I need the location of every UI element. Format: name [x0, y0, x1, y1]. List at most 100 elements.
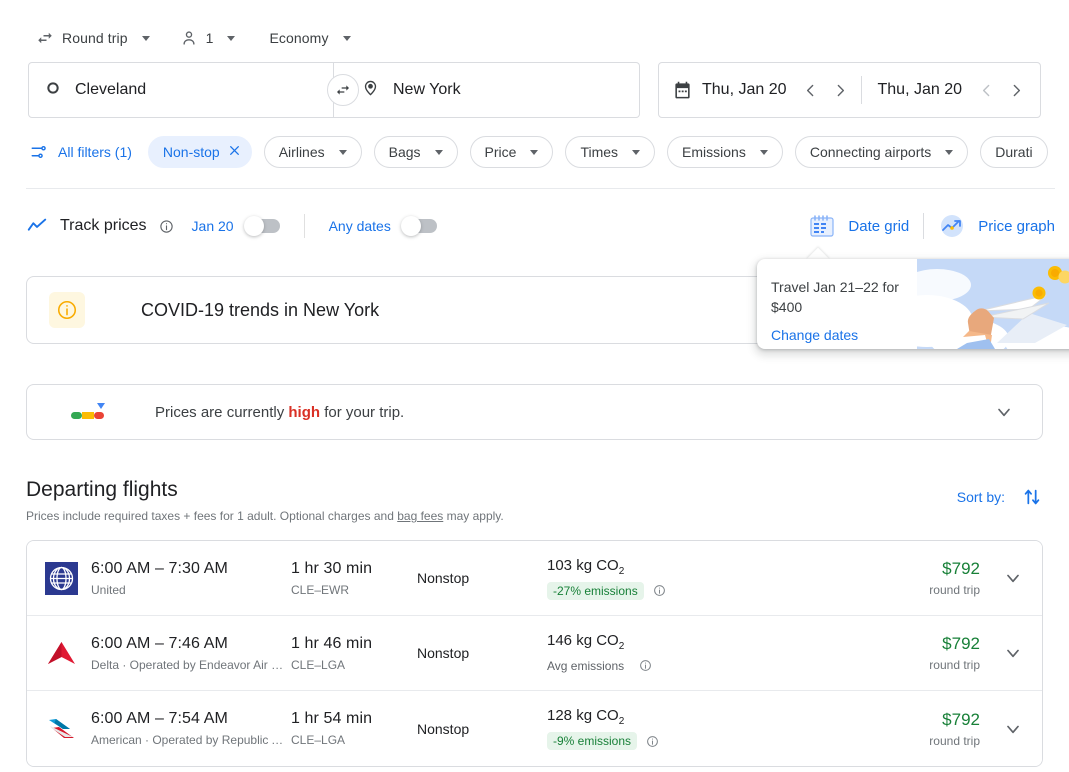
chevron-down-icon: [1007, 574, 1019, 583]
departure-date-value[interactable]: Thu, Jan 20: [692, 81, 795, 99]
date-range-picker[interactable]: Thu, Jan 20 Thu, Jan 20: [658, 62, 1041, 118]
passengers-selector[interactable]: 1: [172, 20, 244, 56]
bag-fees-link[interactable]: bag fees: [397, 509, 443, 523]
date-grid-icon: [808, 212, 836, 240]
expand-flight-button[interactable]: [990, 643, 1036, 663]
any-dates-toggle[interactable]: [400, 216, 437, 236]
filter-chip-label: Durati: [995, 144, 1033, 160]
date-grid-tooltip: Travel Jan 21–22 for $400 Change dates: [757, 259, 1069, 349]
co2-value: 128 kg CO: [547, 707, 619, 724]
toggle-knob: [243, 216, 264, 236]
chevron-down-icon: [945, 149, 954, 155]
expand-flight-button[interactable]: [990, 719, 1036, 739]
origin-input[interactable]: Cleveland: [28, 62, 334, 118]
passenger-count-label: 1: [205, 30, 214, 46]
flight-price-cell: $792 round trip: [782, 710, 990, 748]
cabin-class-selector[interactable]: Economy: [261, 20, 358, 56]
table-row[interactable]: 6:00 AM – 7:54 AM American · Operated by…: [27, 691, 1042, 766]
info-icon[interactable]: [159, 219, 174, 234]
swap-horizontal-icon: [36, 29, 54, 47]
track-prices-label: Track prices: [60, 217, 147, 234]
chevron-down-icon: [227, 35, 236, 41]
return-prev-day-button[interactable]: [972, 76, 1000, 104]
change-dates-link[interactable]: Change dates: [771, 327, 858, 343]
price-insight-card[interactable]: Prices are currently high for your trip.: [26, 384, 1043, 440]
co2-subscript: 2: [618, 716, 625, 727]
price-text-before: Prices are currently: [155, 403, 289, 421]
flight-duration-cell: 1 hr 46 min CLE–LGA: [291, 635, 417, 672]
calendar-icon: [673, 81, 692, 100]
swap-airports-button[interactable]: [327, 74, 359, 106]
cabin-class-label: Economy: [269, 30, 329, 46]
info-icon[interactable]: [646, 735, 659, 748]
destination-value: New York: [393, 81, 461, 98]
all-filters-label: All filters (1): [58, 144, 132, 160]
table-row[interactable]: 6:00 AM – 7:46 AM Delta · Operated by En…: [27, 616, 1042, 691]
destination-input[interactable]: New York: [334, 62, 640, 118]
info-icon[interactable]: [653, 584, 666, 597]
filter-chip-connecting-airports[interactable]: Connecting airports: [794, 136, 969, 168]
price-insight-expand-button[interactable]: [986, 394, 1022, 430]
chevron-down-icon: [434, 149, 443, 155]
info-icon[interactable]: [639, 659, 652, 672]
flight-time-cell: 6:00 AM – 7:54 AM American · Operated by…: [91, 710, 291, 747]
emissions-row: -9% emissions: [547, 732, 782, 750]
departure-next-day-button[interactable]: [827, 76, 855, 104]
flight-price: $792: [942, 709, 980, 729]
any-dates-toggle-group: Any dates: [329, 216, 437, 236]
sort-by-label: Sort by:: [956, 489, 1005, 505]
filter-chip-bags[interactable]: Bags: [373, 136, 458, 168]
flight-stops: Nonstop: [417, 645, 470, 661]
chevron-down-icon: [1007, 649, 1019, 658]
date-divider: [860, 76, 862, 104]
toggle-divider: [303, 214, 305, 238]
flight-route: CLE–EWR: [291, 582, 350, 597]
filter-chip-emissions[interactable]: Emissions: [667, 136, 783, 168]
filter-chip-label: Emissions: [682, 144, 746, 160]
flight-duration-cell: 1 hr 30 min CLE–EWR: [291, 560, 417, 597]
filter-chip-non-stop[interactable]: Non-stop: [147, 136, 252, 168]
table-row[interactable]: 6:00 AM – 7:30 AM United 1 hr 30 min CLE…: [27, 541, 1042, 616]
price-graph-button[interactable]: Price graph: [924, 212, 1069, 240]
emissions-badge: -9% emissions: [547, 732, 638, 750]
flight-airline: American · Operated by Republic Airways …: [91, 733, 291, 747]
view-controls: Date grid Price graph: [794, 198, 1069, 254]
flight-price-cell: $792 round trip: [782, 634, 990, 672]
page-title: Departing flights: [26, 478, 178, 501]
flight-emissions-cell: 128 kg CO2 -9% emissions: [547, 707, 782, 750]
expand-flight-button[interactable]: [990, 568, 1036, 588]
return-date-value[interactable]: Thu, Jan 20: [868, 81, 971, 99]
track-date-label[interactable]: Jan 20: [192, 218, 234, 234]
date-grid-button[interactable]: Date grid: [794, 212, 923, 240]
filter-chip-times[interactable]: Times: [565, 136, 656, 168]
flight-time-cell: 6:00 AM – 7:46 AM Delta · Operated by En…: [91, 635, 291, 672]
flight-airline: United: [91, 582, 126, 597]
co2-value: 103 kg CO: [547, 556, 619, 574]
person-icon: [180, 29, 198, 47]
sort-by-control[interactable]: Sort by:: [957, 486, 1043, 508]
covid-card-title: COVID-19 trends in New York: [141, 299, 380, 320]
section-divider: [26, 188, 1055, 189]
filter-chip-airlines[interactable]: Airlines: [263, 136, 362, 168]
return-next-day-button[interactable]: [1002, 76, 1030, 104]
trip-type-selector[interactable]: Round trip: [28, 20, 158, 56]
filter-chip-price[interactable]: Price: [469, 136, 554, 168]
american-airline-logo: [43, 711, 79, 747]
flight-duration: 1 hr 46 min: [291, 634, 373, 652]
departing-subtitle: Prices include required taxes + fees for…: [26, 509, 1043, 523]
close-icon[interactable]: [228, 144, 241, 160]
price-insight-text: Prices are currently high for your trip.: [155, 404, 404, 421]
track-prices-group: Track prices: [26, 215, 174, 237]
filter-chip-duration[interactable]: Durati: [980, 136, 1048, 168]
track-date-toggle[interactable]: [243, 216, 280, 236]
any-dates-label[interactable]: Any dates: [329, 218, 391, 234]
departure-prev-day-button[interactable]: [797, 76, 825, 104]
chevron-down-icon: [1007, 725, 1019, 733]
subtitle-after: may apply.: [443, 509, 504, 523]
flight-price: $792: [942, 634, 980, 653]
flight-duration: 1 hr 30 min: [291, 559, 373, 577]
flight-emissions-cell: 146 kg CO2 Avg emissions: [547, 632, 782, 675]
all-filters-button[interactable]: All filters (1): [30, 143, 136, 161]
price-text-after: for your trip.: [320, 403, 405, 421]
emissions-badge: -27% emissions: [547, 581, 644, 600]
